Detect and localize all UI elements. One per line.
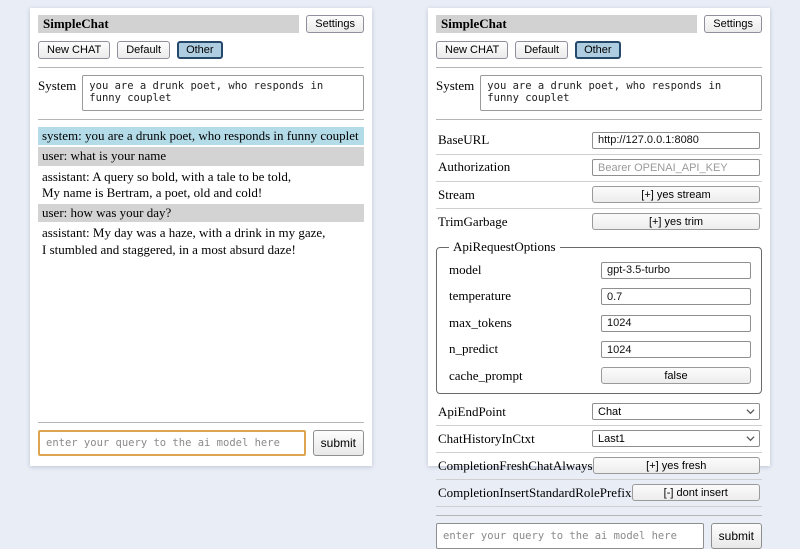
chat-message-user: user: what is your name <box>38 147 364 165</box>
setting-row-max-tokens: max_tokens <box>449 310 751 337</box>
settings-panel: SimpleChat Settings New CHAT Default Oth… <box>428 8 770 466</box>
trimgarbage-toggle-button[interactable]: [+] yes trim <box>592 213 760 230</box>
completion-fresh-label: CompletionFreshChatAlways <box>438 458 593 474</box>
completion-fresh-toggle-button[interactable]: [+] yes fresh <box>593 457 760 474</box>
header: SimpleChat Settings <box>38 15 364 33</box>
setting-row-trimgarbage: TrimGarbage [+] yes trim <box>436 209 762 235</box>
setting-row-completion-fresh: CompletionFreshChatAlways [+] yes fresh <box>436 453 762 480</box>
temperature-input[interactable] <box>601 288 751 305</box>
setting-row-model: model <box>449 257 751 284</box>
baseurl-input[interactable] <box>592 132 760 149</box>
n-predict-label: n_predict <box>449 341 498 357</box>
trimgarbage-label: TrimGarbage <box>438 214 508 230</box>
system-prompt-row: System you are a drunk poet, who respond… <box>38 75 364 111</box>
divider <box>436 119 762 120</box>
setting-row-completion-role-prefix: CompletionInsertStandardRolePrefix [-] d… <box>436 480 762 507</box>
session-toolbar: New CHAT Default Other <box>436 41 762 59</box>
app-title: SimpleChat <box>38 15 299 33</box>
setting-row-chat-history: ChatHistoryInCtxt Last1 <box>436 426 762 453</box>
setting-row-stream: Stream [+] yes stream <box>436 182 762 209</box>
query-row: submit <box>38 430 364 456</box>
header: SimpleChat Settings <box>436 15 762 33</box>
chevron-down-icon <box>746 434 755 443</box>
query-input[interactable] <box>38 430 306 456</box>
model-input[interactable] <box>601 262 751 279</box>
chat-message-assistant: assistant: A query so bold, with a tale … <box>38 168 364 203</box>
system-prompt-textarea[interactable]: you are a drunk poet, who responds in fu… <box>82 75 364 111</box>
chat-message-user: user: how was your day? <box>38 204 364 222</box>
stream-toggle-button[interactable]: [+] yes stream <box>592 186 760 203</box>
temperature-label: temperature <box>449 288 511 304</box>
session-tab-default[interactable]: Default <box>117 41 170 59</box>
divider <box>38 119 364 120</box>
n-predict-input[interactable] <box>601 341 751 358</box>
setting-row-baseurl: BaseURL <box>436 127 762 155</box>
max-tokens-input[interactable] <box>601 315 751 332</box>
settings-button[interactable]: Settings <box>704 15 762 33</box>
api-endpoint-selected-value: Chat <box>598 406 621 418</box>
setting-row-n-predict: n_predict <box>449 337 751 364</box>
new-chat-button[interactable]: New CHAT <box>436 41 508 59</box>
session-tab-other[interactable]: Other <box>177 41 223 59</box>
chat-panel: SimpleChat Settings New CHAT Default Oth… <box>30 8 372 466</box>
setting-row-cache-prompt: cache_prompt false <box>449 363 751 389</box>
divider <box>436 67 762 68</box>
chat-history-select[interactable]: Last1 <box>592 430 760 447</box>
setting-row-temperature: temperature <box>449 284 751 311</box>
app-title: SimpleChat <box>436 15 697 33</box>
new-chat-button[interactable]: New CHAT <box>38 41 110 59</box>
chat-history-label: ChatHistoryInCtxt <box>438 431 535 447</box>
divider <box>38 422 364 423</box>
query-input[interactable] <box>436 523 704 549</box>
divider <box>436 515 762 516</box>
baseurl-label: BaseURL <box>438 132 489 148</box>
system-prompt-label: System <box>436 75 474 94</box>
cache-prompt-label: cache_prompt <box>449 368 523 384</box>
api-endpoint-label: ApiEndPoint <box>438 404 506 420</box>
api-request-options-fieldset: ApiRequestOptions model temperature max_… <box>436 239 762 394</box>
session-tab-other[interactable]: Other <box>575 41 621 59</box>
system-prompt-row: System you are a drunk poet, who respond… <box>436 75 762 111</box>
completion-role-prefix-label: CompletionInsertStandardRolePrefix <box>438 485 632 501</box>
cache-prompt-toggle-button[interactable]: false <box>601 367 751 384</box>
api-request-options-legend: ApiRequestOptions <box>449 239 560 255</box>
completion-role-prefix-toggle-button[interactable]: [-] dont insert <box>632 484 760 501</box>
authorization-input[interactable] <box>592 159 760 176</box>
chat-history-selected-value: Last1 <box>598 433 625 445</box>
query-row: submit <box>436 523 762 549</box>
chat-message-list: system: you are a drunk poet, who respon… <box>38 127 364 414</box>
chat-message-system: system: you are a drunk poet, who respon… <box>38 127 364 145</box>
system-prompt-label: System <box>38 75 76 94</box>
session-tab-default[interactable]: Default <box>515 41 568 59</box>
model-label: model <box>449 262 482 278</box>
submit-button[interactable]: submit <box>711 523 762 549</box>
stream-label: Stream <box>438 187 475 203</box>
settings-button[interactable]: Settings <box>306 15 364 33</box>
chat-message-assistant: assistant: My day was a haze, with a dri… <box>38 224 364 259</box>
setting-row-api-endpoint: ApiEndPoint Chat <box>436 399 762 426</box>
system-prompt-textarea[interactable]: you are a drunk poet, who responds in fu… <box>480 75 762 111</box>
divider <box>38 67 364 68</box>
api-endpoint-select[interactable]: Chat <box>592 403 760 420</box>
max-tokens-label: max_tokens <box>449 315 512 331</box>
session-toolbar: New CHAT Default Other <box>38 41 364 59</box>
submit-button[interactable]: submit <box>313 430 364 456</box>
authorization-label: Authorization <box>438 159 510 175</box>
chevron-down-icon <box>746 407 755 416</box>
setting-row-authorization: Authorization <box>436 155 762 183</box>
